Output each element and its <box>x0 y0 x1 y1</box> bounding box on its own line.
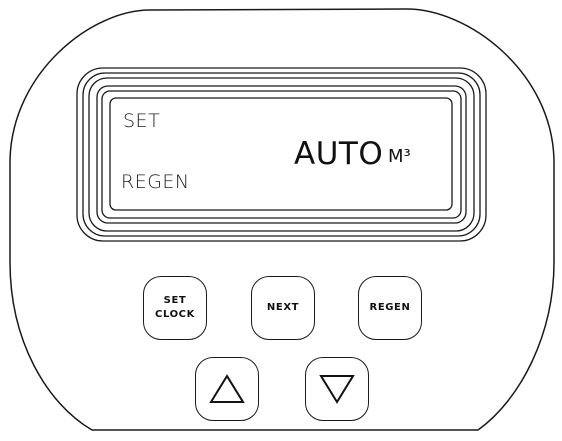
up-arrow-icon <box>209 374 245 403</box>
down-arrow-icon <box>319 375 355 404</box>
display-unit: M³ <box>388 146 411 167</box>
next-button[interactable]: NEXT <box>251 276 315 340</box>
display-set-indicator: SET <box>123 110 161 132</box>
set-clock-button[interactable]: SET CLOCK <box>143 276 207 340</box>
regen-button-label: REGEN <box>369 302 411 313</box>
display-mode-value: AUTO <box>294 136 384 172</box>
regen-button[interactable]: REGEN <box>358 276 422 340</box>
down-button[interactable] <box>305 357 369 421</box>
next-button-label: NEXT <box>266 302 300 313</box>
set-clock-label-line2: CLOCK <box>155 309 195 320</box>
controller-housing <box>9 8 555 431</box>
set-clock-label-line1: SET <box>163 295 187 306</box>
display-regen-indicator: REGEN <box>121 171 190 193</box>
up-button[interactable] <box>195 357 259 421</box>
